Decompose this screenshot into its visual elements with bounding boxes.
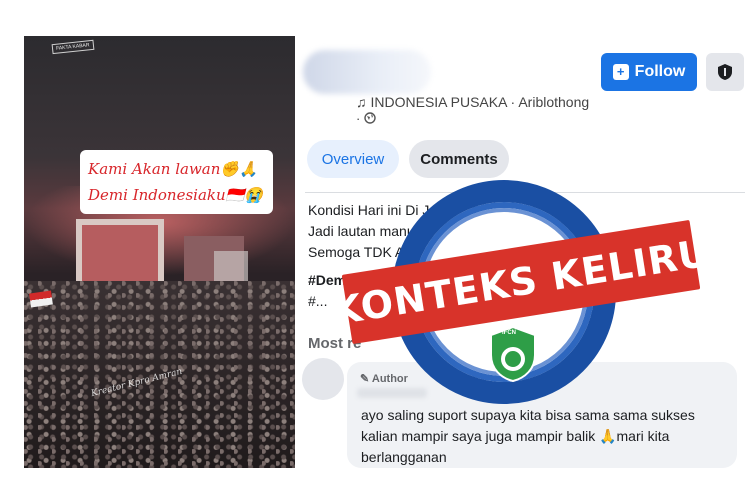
privacy-line: ·: [356, 111, 376, 126]
post-line-3: Semoga TDK Ar: [308, 244, 409, 260]
blurred-profile-name: [303, 50, 431, 94]
music-text: INDONESIA PUSAKA · Ariblothong: [370, 94, 590, 110]
follow-label: Follow: [634, 63, 686, 80]
video-watermark: FAKTA KABAR: [51, 39, 94, 55]
music-info[interactable]: ♫ INDONESIA PUSAKA · Ariblothong: [356, 94, 589, 110]
stage-structure: [76, 219, 164, 289]
tab-comments[interactable]: Comments: [409, 140, 509, 178]
post-line-2: Jadi lautan manus: [308, 223, 422, 239]
video-thumbnail[interactable]: FAKTA KABAR Kami Akan lawan✊🙏 Demi Indon…: [24, 36, 295, 468]
globe-icon: [364, 112, 376, 124]
tab-overview[interactable]: Overview: [307, 140, 399, 178]
avatar[interactable]: [302, 358, 344, 400]
comment-line-2: kalian mampir saya juga mampir balik 🙏ma…: [361, 428, 670, 444]
music-note-icon: ♫: [356, 94, 367, 110]
post-hashtag[interactable]: #Dem: [308, 272, 346, 288]
shield-icon: [718, 64, 732, 80]
stage-screen: [214, 251, 248, 281]
caption-line-2: Demi Indonesiaku🇮🇩😭: [88, 186, 263, 204]
blurred-commenter-name: [357, 388, 427, 398]
more-options-button[interactable]: [706, 53, 744, 91]
video-caption-box: Kami Akan lawan✊🙏 Demi Indonesiaku🇮🇩😭: [80, 150, 273, 214]
ifcn-badge-text: IFCN: [502, 330, 516, 336]
privacy-dot: ·: [356, 111, 361, 126]
author-badge: ✎ Author: [360, 372, 408, 385]
caption-line-1: Kami Akan lawan✊🙏: [88, 160, 258, 178]
add-page-icon: +: [612, 64, 629, 80]
comment-line-3: berlangganan: [361, 449, 447, 465]
post-more-hashtags[interactable]: #...: [308, 293, 327, 309]
pencil-icon: ✎: [360, 373, 370, 385]
comment-line-1: ayo saling suport supaya kita bisa sama …: [361, 407, 695, 423]
author-badge-label: Author: [371, 373, 408, 385]
follow-button[interactable]: + Follow: [601, 53, 697, 91]
